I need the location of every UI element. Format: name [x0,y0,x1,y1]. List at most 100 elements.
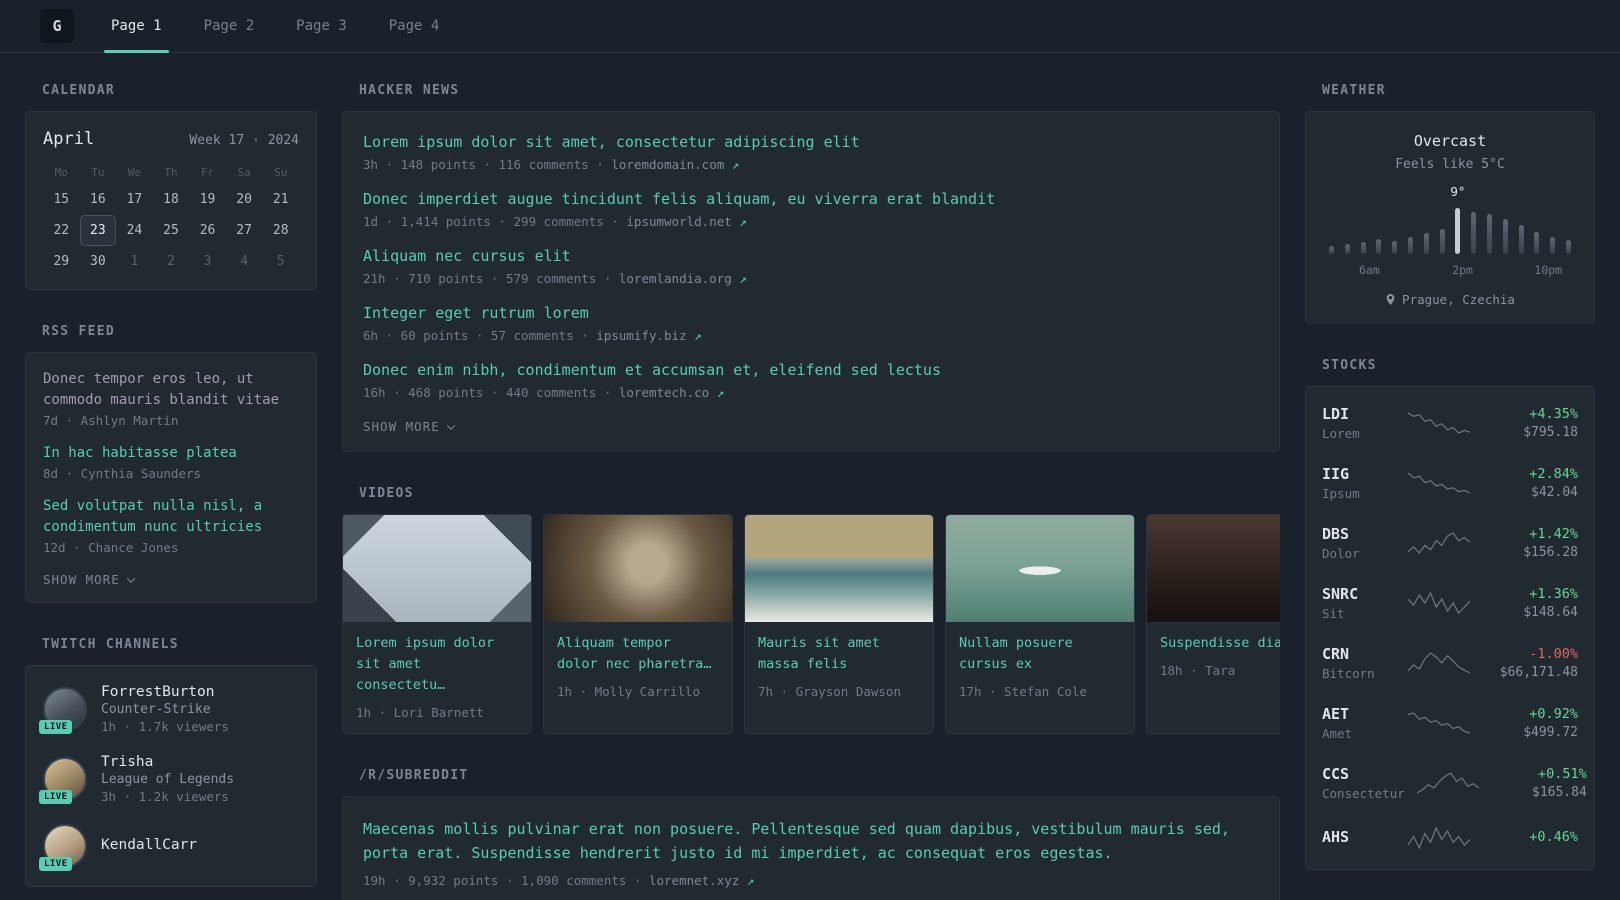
video-thumbnail[interactable] [745,515,933,622]
calendar-day: 15 [53,192,70,207]
video-thumbnail[interactable] [544,515,732,622]
weather-bar [1344,243,1350,254]
stock-name: Bitcorn [1322,666,1375,681]
twitch-channel-row[interactable]: LIVE Trisha League of Legends 3h · 1.2k … [39,754,299,804]
hn-story-domain-link[interactable]: loremdomain.com ↗ [611,157,739,172]
hn-story-domain-link[interactable]: loremlandia.org ↗ [619,271,747,286]
video-title[interactable]: Lorem ipsum dolor sit amet consectetu… [356,633,518,696]
video-thumbnail[interactable] [1147,515,1280,622]
video-title[interactable]: Aliquam tempor dolor nec pharetra… [557,633,719,675]
stock-row[interactable]: SNRC Sit +1.36% $148.64 [1322,573,1578,633]
hn-story-title[interactable]: Aliquam nec cursus elit [363,246,1259,267]
live-badge: LIVE [39,790,73,804]
stock-row[interactable]: LDI Lorem +4.35% $795.18 [1322,393,1578,453]
hn-story-meta: 3h · 148 points · 116 comments · loremdo… [363,157,1259,172]
stock-sparkline [1408,410,1470,436]
stock-symbol: DBS [1322,525,1350,543]
video-title[interactable]: Suspendisse diam [1160,633,1280,654]
app-logo[interactable]: G [40,9,74,43]
hn-story-stats: 16h · 468 points · 440 comments · [363,385,619,400]
weather-bar: 9° [1450,184,1465,254]
rss-item-title[interactable]: Sed volutpat nulla nisl, a condimentum n… [43,496,299,538]
stock-name: Amet [1322,726,1353,741]
video-body: Lorem ipsum dolor sit amet consectetu… 1… [343,622,531,733]
channel-info: KendallCarr [101,837,197,855]
tab-page-4[interactable]: Page 4 [382,0,447,52]
calendar-day: 5 [276,254,285,269]
twitch-channel-row[interactable]: LIVE KendallCarr [39,824,299,871]
live-badge: LIVE [39,720,73,734]
stock-row[interactable]: AHS +0.46% [1322,813,1578,863]
stock-values: +0.92% $499.72 [1482,706,1578,740]
video-body: Nullam posuere cursus ex 17h · Stefan Co… [946,622,1134,712]
twitch-card: LIVE ForrestBurton Counter-Strike 1h · 1… [25,665,317,887]
external-link-icon: ↗ [739,214,747,229]
video-card[interactable]: Suspendisse diam 18h · Tara [1146,514,1280,734]
rss-item-meta: 8d · Cynthia Saunders [43,466,202,481]
rss-item-title[interactable]: Donec tempor eros leo, ut commodo mauris… [43,369,299,411]
reddit-post-title[interactable]: Maecenas mollis pulvinar erat non posuer… [363,817,1259,865]
stock-row[interactable]: AET Amet +0.92% $499.72 [1322,693,1578,753]
calendar-day: 21 [272,192,289,207]
video-title[interactable]: Mauris sit amet massa felis [758,633,920,675]
video-body: Mauris sit amet massa felis 7h · Grayson… [745,622,933,712]
tab-page-1[interactable]: Page 1 [104,0,169,53]
hn-story-domain-link[interactable]: ipsumify.biz ↗ [596,328,701,343]
weather-time-label: 10pm [1534,263,1563,277]
weather-widget: WEATHER Overcast Feels like 5°C 9° 6am 2p… [1305,83,1595,324]
hn-story-title[interactable]: Donec imperdiet augue tincidunt felis al… [363,189,1259,210]
stock-row[interactable]: CCS Consectetur +0.51% $165.84 [1322,753,1587,813]
weather-bar [1565,240,1571,254]
tab-page-2[interactable]: Page 2 [197,0,262,52]
channel-avatar: LIVE [39,687,87,734]
twitch-channel-row[interactable]: LIVE ForrestBurton Counter-Strike 1h · 1… [39,684,299,734]
video-card[interactable]: Nullam posuere cursus ex 17h · Stefan Co… [945,514,1135,734]
hn-story-title[interactable]: Lorem ipsum dolor sit amet, consectetur … [363,132,1259,153]
stock-row[interactable]: CRN Bitcorn -1.00% $66,171.48 [1322,633,1578,693]
hackernews-widget: HACKER NEWS Lorem ipsum dolor sit amet, … [342,83,1280,452]
rss-show-more-button[interactable]: SHOW MORE [43,572,135,587]
video-card[interactable]: Aliquam tempor dolor nec pharetra… 1h · … [543,514,733,734]
stock-row[interactable]: IIG Ipsum +2.84% $42.04 [1322,453,1578,513]
weather-bar [1423,233,1429,254]
video-card[interactable]: Mauris sit amet massa felis 7h · Grayson… [744,514,934,734]
hn-story-title[interactable]: Donec enim nibh, condimentum et accumsan… [363,360,1259,381]
rss-item-title[interactable]: In hac habitasse platea [43,443,299,464]
calendar-header: April Week 17 · 2024 [43,129,299,149]
weather-time-label: 6am [1358,263,1380,277]
video-thumbnail[interactable] [946,515,1134,622]
channel-name: ForrestBurton [101,684,215,700]
hn-story-domain: loremdomain.com [611,157,725,172]
external-link-icon: ↗ [746,872,755,888]
video-thumbnail[interactable] [343,515,531,622]
stock-row[interactable]: DBS Dolor +1.42% $156.28 [1322,513,1578,573]
weather-section-title: WEATHER [1322,83,1386,98]
live-badge: LIVE [39,857,73,871]
rss-item-meta: 12d · Chance Jones [43,540,179,555]
topbar: G Page 1 Page 2 Page 3 Page 4 [0,0,1620,53]
dashboard: CALENDAR April Week 17 · 2024 Mo Tu We Th Fr… [0,53,1620,900]
hn-story-title[interactable]: Integer eget rutrum lorem [363,303,1259,324]
channel-meta: 1h · 1.7k viewers [101,719,229,734]
stock-change: +2.84% [1529,466,1578,482]
stock-name: Sit [1322,606,1345,621]
subreddit-section-title: /R/SUBREDDIT [359,767,469,783]
rss-card: Donec tempor eros leo, ut commodo mauris… [25,352,317,603]
hn-story-domain: loremlandia.org [618,271,732,286]
channel-avatar: LIVE [39,824,87,871]
calendar-day: 18 [163,192,179,207]
video-title[interactable]: Nullam posuere cursus ex [959,633,1121,675]
reddit-post-domain-link[interactable]: loremnet.xyz ↗ [649,873,754,888]
hn-show-more-button[interactable]: SHOW MORE [363,419,455,434]
channel-info: Trisha League of Legends 3h · 1.2k viewe… [101,754,234,804]
hn-story-domain-link[interactable]: ipsumworld.net ↗ [626,214,746,229]
channel-avatar: LIVE [39,757,87,804]
calendar-card: April Week 17 · 2024 Mo Tu We Th Fr Sa Su 15 16… [25,111,317,290]
video-card[interactable]: Lorem ipsum dolor sit amet consectetu… 1… [342,514,532,734]
calendar-day: 4 [240,254,249,269]
hn-story-stats: 6h · 60 points · 57 comments · [363,328,597,343]
hn-story-domain-link[interactable]: loremtech.co ↗ [619,385,724,400]
page-tabs: Page 1 Page 2 Page 3 Page 4 [104,0,447,53]
rss-item: In hac habitasse platea 8d · Cynthia Sau… [43,443,299,481]
tab-page-3[interactable]: Page 3 [289,0,354,52]
